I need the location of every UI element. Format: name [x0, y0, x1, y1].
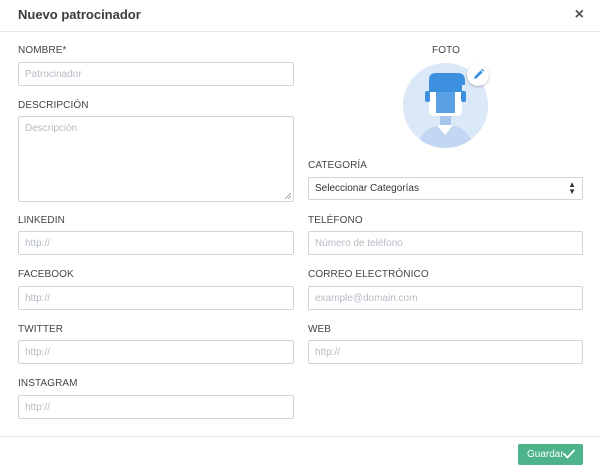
- resize-grip-icon[interactable]: [285, 193, 291, 199]
- nombre-label: NOMBRE*: [18, 45, 67, 56]
- web-input[interactable]: [309, 341, 582, 363]
- modal-title: Nuevo patrocinador: [18, 7, 141, 22]
- nombre-input[interactable]: [19, 63, 293, 85]
- save-button-label: Guardar: [527, 449, 564, 460]
- save-button[interactable]: Guardar: [518, 444, 583, 465]
- correo-label: CORREO ELECTRÓNICO: [308, 269, 429, 280]
- descripcion-textarea[interactable]: [19, 117, 293, 201]
- instagram-label: INSTAGRAM: [18, 378, 78, 389]
- nombre-field: [18, 62, 294, 86]
- web-label: WEB: [308, 324, 332, 335]
- instagram-input[interactable]: [19, 396, 293, 418]
- foto-label: FOTO: [432, 45, 460, 56]
- twitter-input[interactable]: [19, 341, 293, 363]
- web-field: [308, 340, 583, 364]
- facebook-field: [18, 286, 294, 310]
- descripcion-field: [18, 116, 294, 202]
- correo-input[interactable]: [309, 287, 582, 309]
- facebook-label: FACEBOOK: [18, 269, 74, 280]
- modal-footer: [0, 436, 600, 468]
- linkedin-field: [18, 231, 294, 255]
- twitter-field: [18, 340, 294, 364]
- categoria-selected-value: Seleccionar Categorías: [315, 183, 419, 194]
- modal-header: Nuevo patrocinador ×: [0, 0, 600, 32]
- instagram-field: [18, 395, 294, 419]
- categoria-select[interactable]: Seleccionar Categorías ▲ ▼: [308, 177, 583, 200]
- telefono-input[interactable]: [309, 232, 582, 254]
- correo-field: [308, 286, 583, 310]
- select-arrows-icon: ▲ ▼: [568, 180, 576, 196]
- telefono-label: TELÉFONO: [308, 215, 363, 226]
- twitter-label: TWITTER: [18, 324, 64, 335]
- new-sponsor-modal: Nuevo patrocinador × NOMBRE* DESCRIPCIÓN…: [0, 0, 600, 468]
- close-icon[interactable]: ×: [575, 6, 584, 24]
- categoria-label: CATEGORÍA: [308, 160, 368, 171]
- telefono-field: [308, 231, 583, 255]
- pencil-icon[interactable]: [467, 64, 489, 86]
- check-icon: [563, 449, 575, 459]
- linkedin-input[interactable]: [19, 232, 293, 254]
- facebook-input[interactable]: [19, 287, 293, 309]
- linkedin-label: LINKEDIN: [18, 215, 65, 226]
- descripcion-label: DESCRIPCIÓN: [18, 100, 89, 111]
